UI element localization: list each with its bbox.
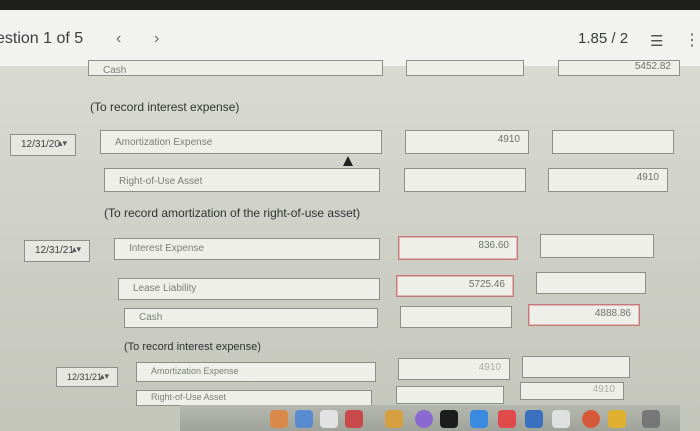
app-icon[interactable]	[270, 410, 288, 428]
date-select[interactable]: 12/31/21 ▴▾	[24, 240, 90, 262]
app-icon[interactable]	[415, 410, 433, 428]
app-icon[interactable]	[385, 410, 403, 428]
credit-field-lease-liability[interactable]	[536, 272, 646, 294]
journal-entry-form: Cash 5452.82 (To record interest expense…	[0, 60, 700, 431]
question-list-icon[interactable]: ☰	[650, 32, 663, 50]
select-arrow-icon: ▴▾	[99, 371, 109, 381]
date-value: 12/31/21	[67, 372, 103, 382]
credit-field-cash[interactable]: 4888.86	[528, 304, 640, 326]
more-options-icon[interactable]: ⋮	[684, 30, 700, 50]
app-icon[interactable]	[470, 410, 488, 428]
entry-note: (To record interest expense)	[90, 100, 240, 114]
account-field-right-of-use-asset[interactable]: Right-of-Use Asset	[104, 168, 380, 192]
mouse-cursor-icon	[343, 156, 353, 166]
previous-question-icon[interactable]: ‹	[116, 30, 121, 48]
date-select[interactable]: 12/31/20 ▴▾	[10, 134, 76, 156]
debit-field-amortization-expense[interactable]: 4910	[405, 130, 529, 154]
score-display: 1.85 / 2	[578, 30, 629, 47]
credit-field-right-of-use-asset[interactable]: 4910	[548, 168, 668, 192]
app-icon[interactable]	[498, 410, 516, 428]
account-field-amortization-expense-2[interactable]: Amortization Expense	[136, 362, 376, 382]
account-field-cash-top[interactable]: Cash	[88, 60, 383, 76]
account-field-cash[interactable]: Cash	[124, 308, 378, 328]
credit-field-cash-top[interactable]: 5452.82	[558, 60, 680, 76]
debit-field-cash-top[interactable]	[406, 60, 524, 76]
entry-note: (To record interest expense)	[124, 341, 261, 353]
app-icon[interactable]	[320, 410, 338, 428]
credit-field-amortization-expense[interactable]	[552, 130, 674, 154]
app-icon[interactable]	[642, 410, 660, 428]
account-field-lease-liability[interactable]: Lease Liability	[118, 278, 380, 300]
macos-dock	[180, 405, 680, 431]
credit-field-interest-expense[interactable]	[540, 234, 654, 258]
app-icon[interactable]	[295, 410, 313, 428]
credit-field-amortization-expense-2[interactable]	[522, 356, 630, 378]
debit-field-right-of-use-asset[interactable]	[404, 168, 526, 192]
tv-app-icon[interactable]	[440, 410, 458, 428]
debit-field-right-of-use-asset-2[interactable]	[396, 386, 504, 404]
entry-note: (To record amortization of the right-of-…	[104, 206, 361, 220]
debit-field-interest-expense[interactable]: 836.60	[398, 236, 518, 260]
question-header: estion 1 of 5 ‹ › 1.85 / 2 ☰ ⋮	[0, 10, 700, 67]
debit-field-amortization-expense-2[interactable]: 4910	[398, 358, 510, 380]
app-icon[interactable]	[608, 410, 626, 428]
account-field-interest-expense[interactable]: Interest Expense	[114, 238, 380, 260]
account-field-right-of-use-asset-2[interactable]: Right-of-Use Asset	[136, 390, 372, 406]
select-arrow-icon: ▴▾	[71, 244, 81, 254]
app-icon[interactable]	[582, 410, 600, 428]
date-value: 12/31/20	[21, 139, 60, 150]
debit-field-lease-liability[interactable]: 5725.46	[396, 275, 514, 297]
app-icon[interactable]	[525, 410, 543, 428]
date-select[interactable]: 12/31/21 ▴▾	[56, 367, 118, 387]
app-icon[interactable]	[345, 410, 363, 428]
next-question-icon[interactable]: ›	[154, 30, 159, 48]
account-field-amortization-expense[interactable]: Amortization Expense	[100, 130, 382, 154]
select-arrow-icon: ▴▾	[57, 138, 67, 148]
date-value: 12/31/21	[35, 245, 74, 256]
debit-field-cash[interactable]	[400, 306, 512, 328]
credit-field-right-of-use-asset-2[interactable]: 4910	[520, 382, 624, 400]
question-counter: estion 1 of 5	[0, 30, 84, 47]
app-icon[interactable]	[552, 410, 570, 428]
